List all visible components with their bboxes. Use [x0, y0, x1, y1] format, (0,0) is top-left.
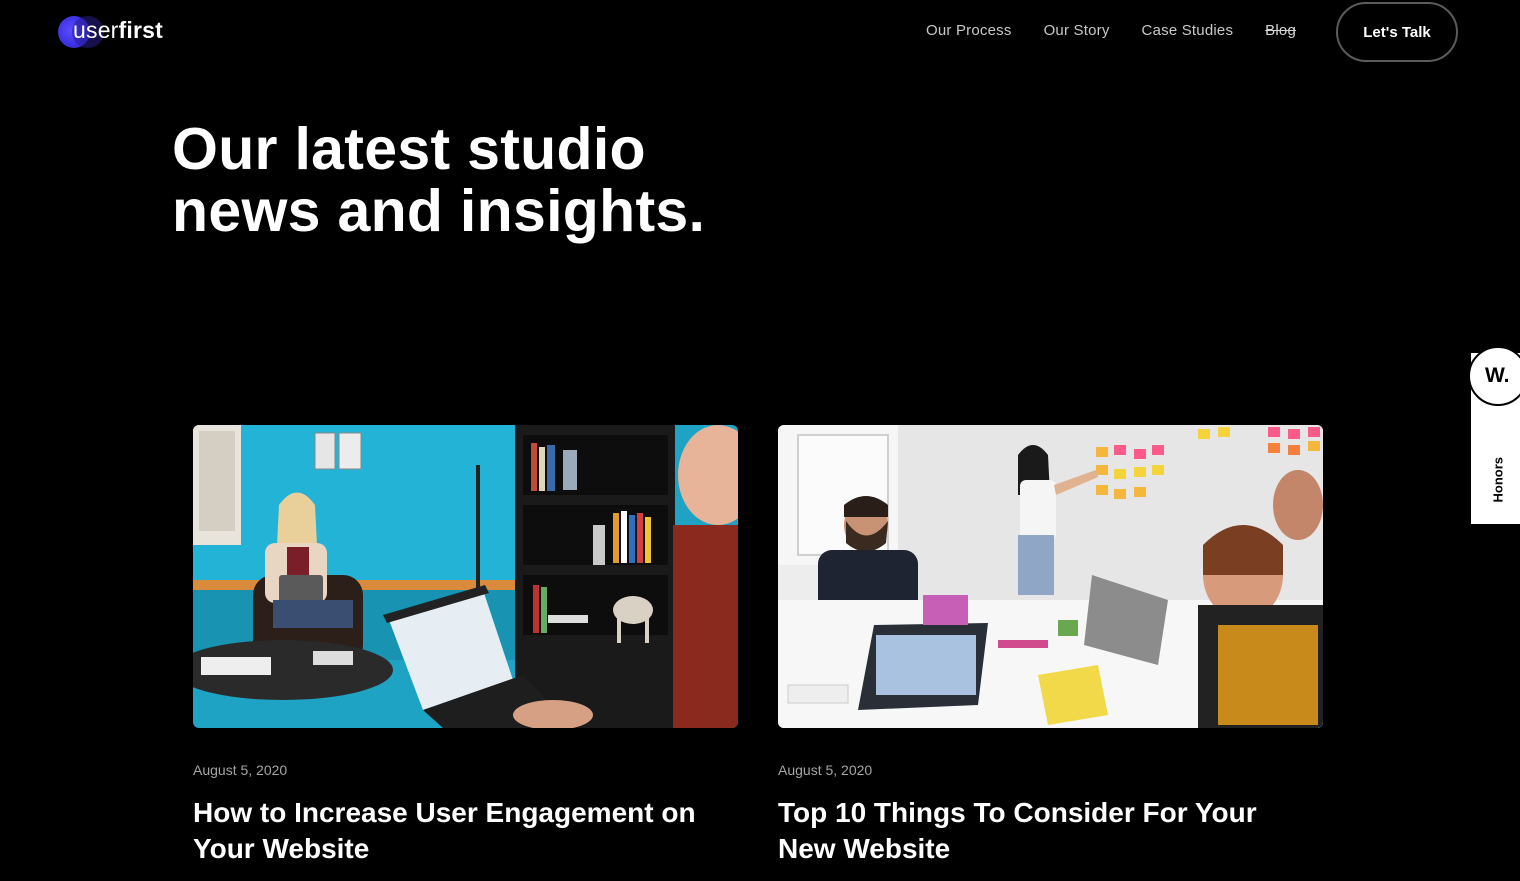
logo[interactable]: userfirst [58, 15, 163, 49]
logo-text: userfirst [73, 17, 163, 44]
logo-text-thin: user [73, 17, 119, 43]
nav-our-story[interactable]: Our Story [1044, 22, 1110, 39]
office-photo-1 [193, 425, 738, 728]
honors-label: Honors [1490, 457, 1506, 503]
lets-talk-button[interactable]: Let's Talk [1336, 2, 1458, 62]
page: userfirst Our Process Our Story Case Stu… [0, 0, 1520, 881]
blog-card[interactable]: August 5, 2020 How to Increase User Enga… [193, 425, 738, 864]
honors-badge[interactable]: W. [1468, 346, 1520, 406]
page-title-line2: news and insights. [172, 178, 706, 244]
blog-card-image[interactable] [193, 425, 738, 728]
nav-our-process[interactable]: Our Process [926, 22, 1012, 39]
blog-card-image[interactable] [778, 425, 1323, 728]
logo-text-bold: first [118, 17, 163, 43]
page-title-line1: Our latest studio [172, 116, 646, 182]
logo-mark: userfirst [58, 15, 163, 49]
blog-card-title[interactable]: How to Increase User Engagement on Your … [193, 795, 713, 867]
nav-blog[interactable]: Blog [1265, 22, 1296, 39]
blog-card-date: August 5, 2020 [193, 762, 288, 778]
nav-case-studies[interactable]: Case Studies [1142, 22, 1234, 39]
page-title: Our latest studio news and insights. [172, 118, 872, 242]
main-nav: Our Process Our Story Case Studies Blog [894, 22, 1296, 39]
blog-card-title[interactable]: Top 10 Things To Consider For Your New W… [778, 795, 1298, 867]
blog-card-date: August 5, 2020 [778, 762, 873, 778]
office-photo-2 [778, 425, 1323, 728]
blog-card[interactable]: August 5, 2020 Top 10 Things To Consider… [778, 425, 1323, 864]
